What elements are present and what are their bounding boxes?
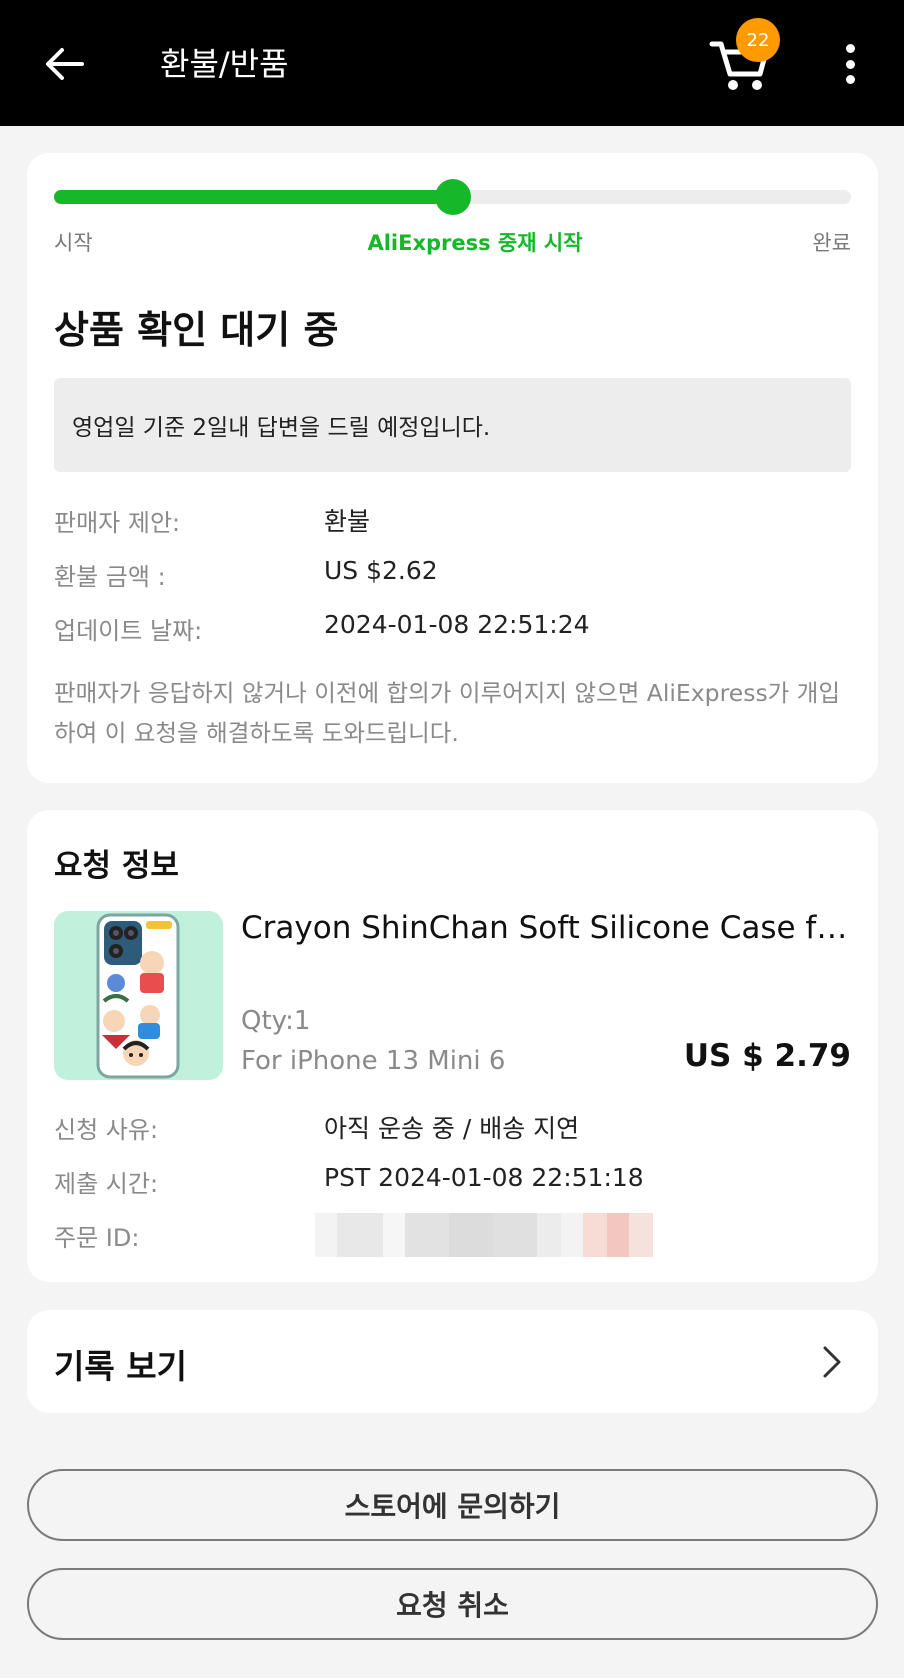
- step-complete-label: 완료: [812, 231, 851, 255]
- submit-time-label: 제출 시간:: [54, 1170, 159, 1198]
- order-id-redacted: [315, 1213, 653, 1257]
- seller-offer-value: 환불: [324, 507, 371, 536]
- chevron-right-icon: [817, 1344, 845, 1380]
- step-start-label: 시작: [54, 231, 93, 255]
- product-name-link[interactable]: Crayon ShinChan Soft Silicone Case for i…: [241, 910, 856, 946]
- mediation-description: 판매자가 응답하지 않거나 이전에 합의가 이루어지지 않으면 AliExpre…: [54, 679, 841, 747]
- refund-amount-label: 환불 금액 :: [54, 563, 166, 591]
- progress-knob: [435, 179, 471, 215]
- product-quantity: Qty:1: [241, 1006, 311, 1036]
- update-date-label: 업데이트 날짜:: [54, 617, 203, 645]
- product-image[interactable]: [54, 911, 223, 1080]
- product-price: US $ 2.79: [683, 1038, 851, 1074]
- request-reason-label: 신청 사유:: [54, 1116, 159, 1144]
- more-options-icon[interactable]: [834, 40, 866, 88]
- refund-status-card: 시작 AliExpress 중재 시작 완료 상품 확인 대기 중 영업일 기준…: [27, 153, 878, 783]
- notice-box: 영업일 기준 2일내 답변을 드릴 예정입니다.: [54, 378, 851, 472]
- request-reason-value: 아직 운송 중 / 배송 지연: [324, 1114, 580, 1143]
- section-title: 요청 정보: [54, 848, 179, 884]
- product-variant: For iPhone 13 Mini 6: [241, 1046, 506, 1076]
- step-mediation-label: AliExpress 중재 시작: [367, 231, 583, 255]
- order-id-label: 주문 ID:: [54, 1224, 140, 1252]
- status-title: 상품 확인 대기 중: [54, 308, 339, 352]
- update-date-value: 2024-01-08 22:51:24: [324, 610, 590, 639]
- view-history-label: 기록 보기: [54, 1347, 187, 1386]
- top-bar: 환불/반품 22: [0, 0, 904, 126]
- progress-fill: [54, 190, 453, 204]
- page-title: 환불/반품: [160, 45, 289, 83]
- view-history-row[interactable]: 기록 보기: [27, 1310, 878, 1413]
- progress-track: [54, 179, 851, 215]
- cart-count-badge: 22: [736, 18, 780, 62]
- submit-time-value: PST 2024-01-08 22:51:18: [324, 1163, 644, 1192]
- notice-text: 영업일 기준 2일내 답변을 드릴 예정입니다.: [72, 415, 491, 441]
- cancel-request-button[interactable]: 요청 취소: [27, 1568, 878, 1640]
- seller-offer-label: 판매자 제안:: [54, 509, 181, 537]
- contact-store-button[interactable]: 스토어에 문의하기: [27, 1469, 878, 1541]
- refund-amount-value: US $2.62: [324, 556, 438, 585]
- request-info-card: 요청 정보 Crayon ShinChan Soft Silicone Case…: [27, 810, 878, 1282]
- back-arrow-icon[interactable]: [36, 38, 92, 90]
